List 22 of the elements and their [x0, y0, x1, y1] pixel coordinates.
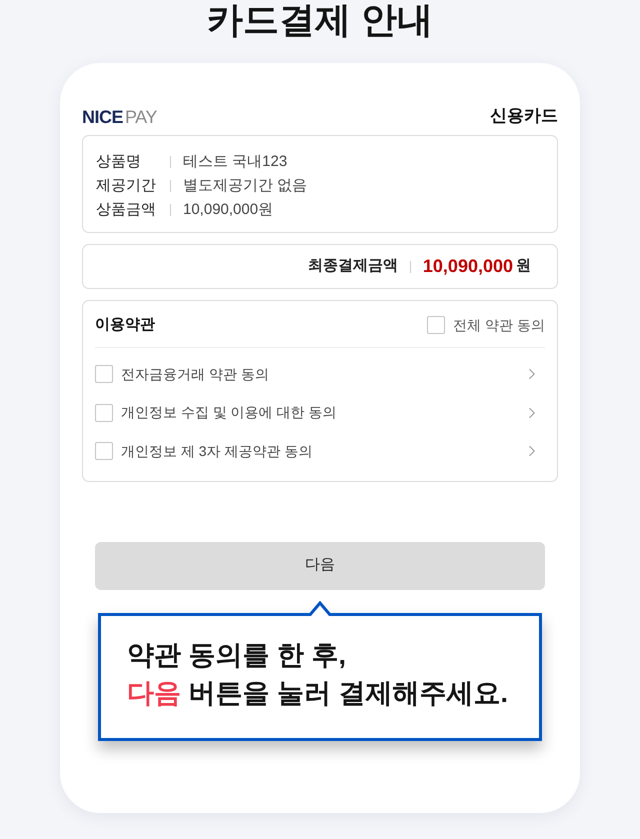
hint-message: 약관 동의를 한 후, 다음 버튼을 눌러 결제해주세요.: [127, 638, 508, 710]
payment-method: 신용카드: [490, 105, 558, 127]
detail-label: 제공기간: [96, 176, 157, 196]
term-label: 개인정보 제 3자 제공약관 동의: [121, 442, 312, 461]
terms-title: 이용약관: [95, 314, 155, 335]
detail-value: 테스트 국내123: [183, 152, 288, 172]
agree-checkbox[interactable]: [95, 365, 113, 384]
detail-value: 10,090,000원: [183, 200, 274, 220]
brand-logo: NICEPAY: [82, 107, 157, 127]
agree-checkbox[interactable]: [95, 442, 113, 460]
detail-label: 상품명: [96, 152, 142, 172]
term-label: 개인정보 수집 및 이용에 대한 동의: [121, 403, 336, 422]
total-label: 최종결제금액: [308, 256, 398, 276]
currency-unit: 원: [516, 256, 531, 276]
total-amount: 10,090,000: [422, 255, 513, 278]
detail-label: 상품금액: [96, 200, 157, 220]
agree-checkbox[interactable]: [95, 404, 113, 422]
page-title: 카드결제 안내: [206, 0, 433, 40]
agree-all-label: 전체 약관 동의: [453, 316, 545, 334]
detail-value: 별도제공기간 없음: [183, 176, 308, 196]
agree-checkbox[interactable]: [427, 316, 446, 334]
term-label: 전자금융거래 약관 동의: [121, 364, 269, 384]
